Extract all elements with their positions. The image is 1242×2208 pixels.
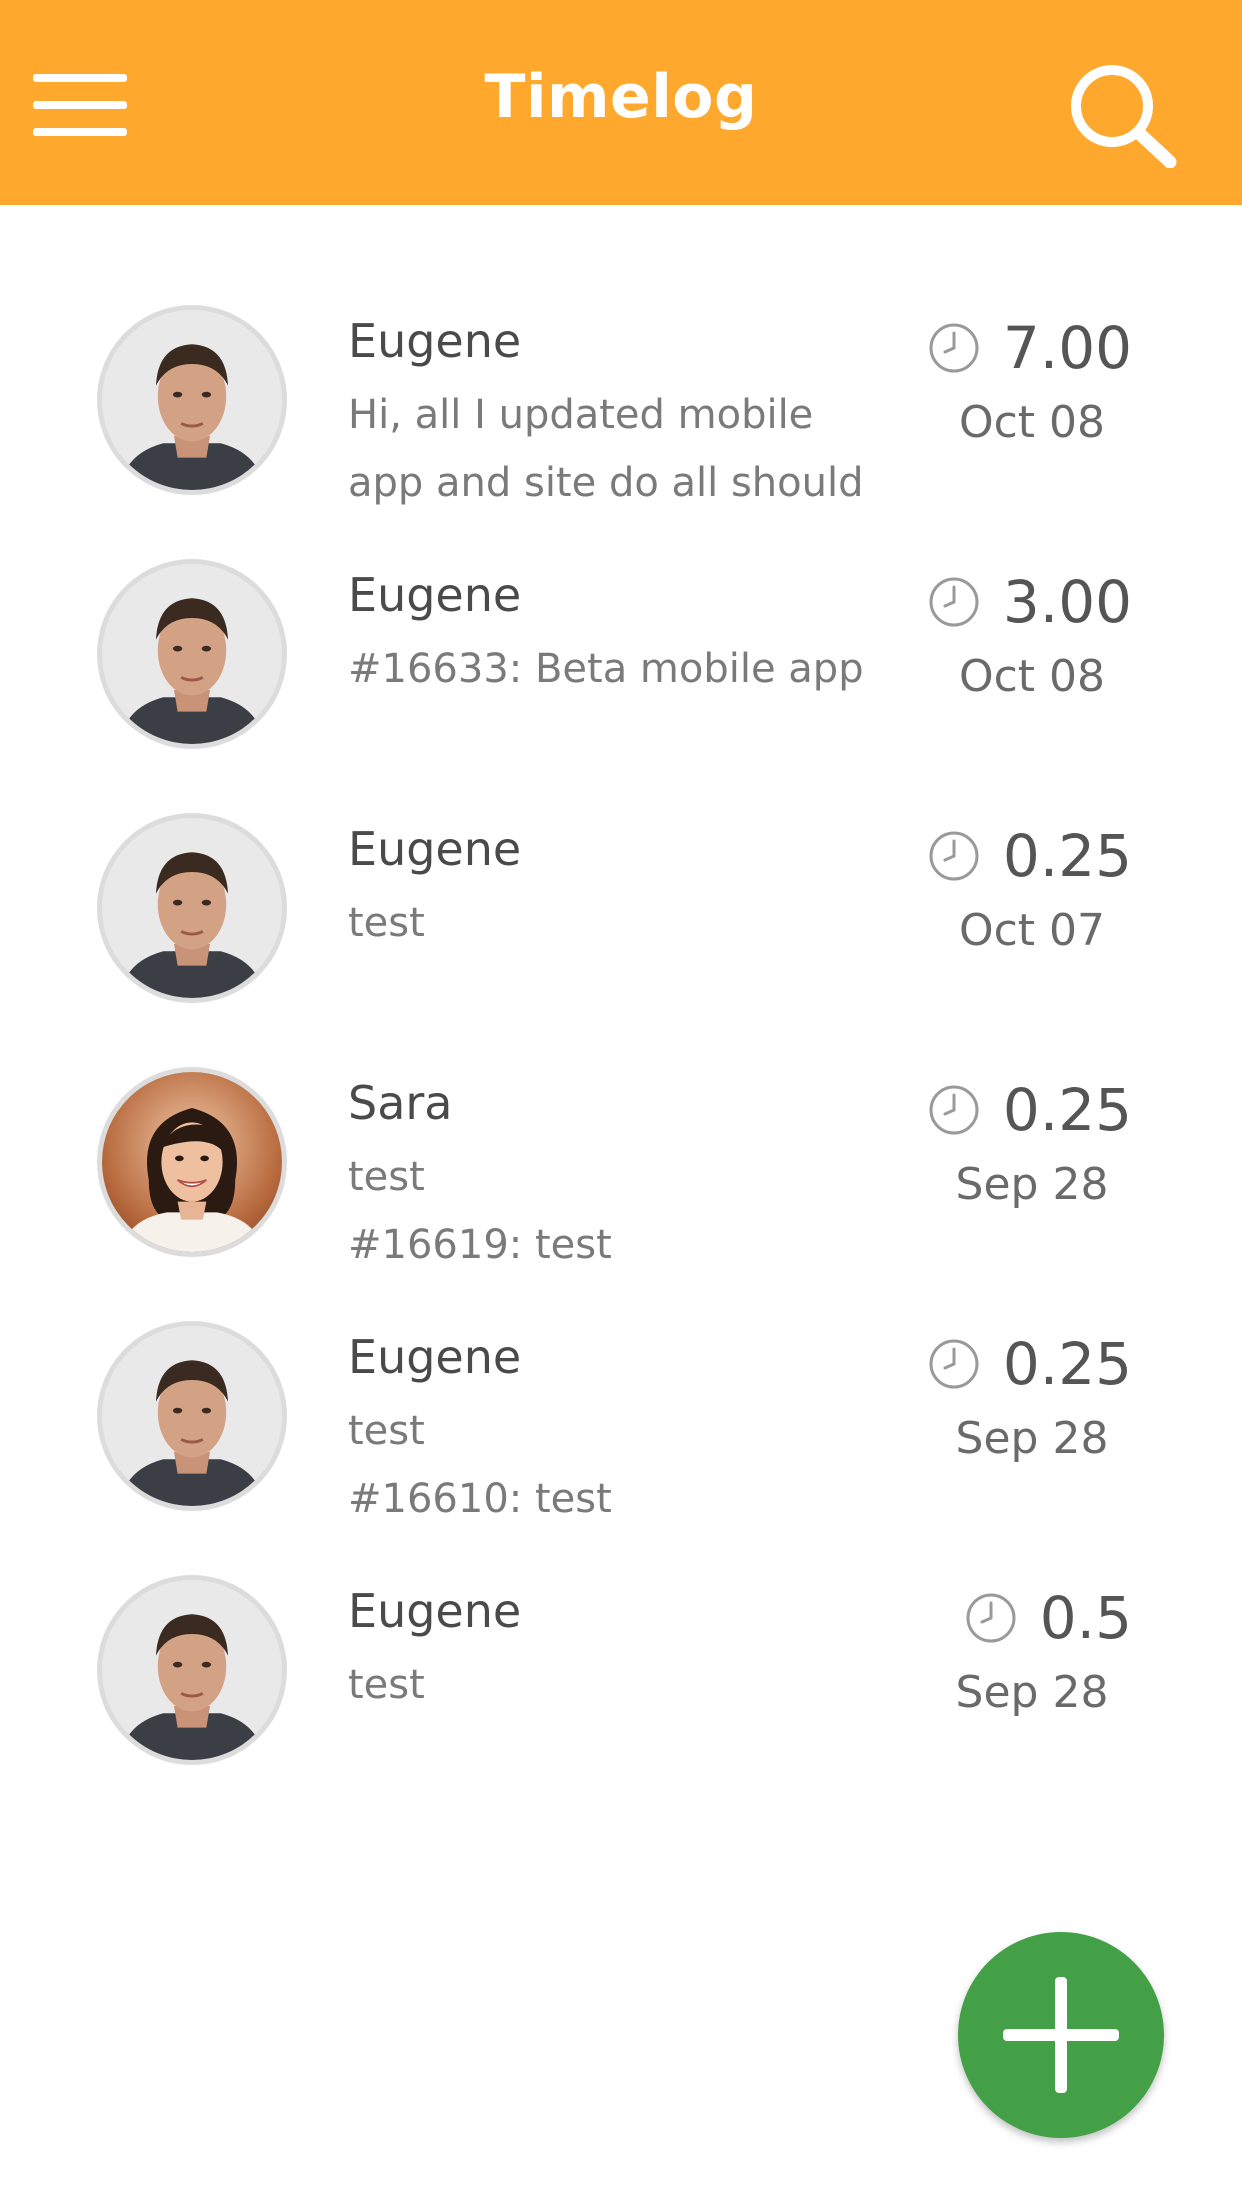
- entry-user-name: Eugene: [348, 822, 522, 876]
- entry-hours: 0.5: [1039, 1584, 1132, 1652]
- entry-date: Sep 28: [955, 1667, 1109, 1718]
- entry-description: test: [348, 889, 908, 957]
- timelog-entry[interactable]: Sara test #16619: test 0.25 Sep 28: [0, 967, 1242, 1268]
- search-button[interactable]: [1060, 58, 1180, 169]
- entry-date: Sep 28: [955, 1413, 1109, 1464]
- entry-hours-group: 0.25: [927, 1329, 1132, 1399]
- search-icon: [1071, 65, 1177, 169]
- entry-user-name: Sara: [348, 1076, 453, 1130]
- entry-hours-group: 0.25: [927, 1075, 1132, 1145]
- entry-description: #16633: Beta mobile app: [348, 635, 908, 703]
- app-bar: Timelog: [0, 0, 1242, 205]
- clock-icon: [927, 1083, 981, 1137]
- timelog-entry[interactable]: Eugene test 0.5 Sep 28: [0, 1475, 1242, 1765]
- entry-description-line: test: [348, 1408, 425, 1454]
- timelog-entry[interactable]: Eugene test 0.25 Oct 07: [0, 713, 1242, 1003]
- entry-hours: 0.25: [1002, 822, 1132, 890]
- entry-user-name: Eugene: [348, 314, 522, 368]
- entry-user-name: Eugene: [348, 568, 522, 622]
- entry-hours-group: 0.5: [964, 1583, 1132, 1653]
- entry-hours-group: 0.25: [927, 821, 1132, 891]
- clock-icon: [927, 1337, 981, 1391]
- plus-icon: [1055, 1977, 1067, 2093]
- avatar: [97, 1575, 287, 1765]
- entry-hours-group: 3.00: [927, 567, 1132, 637]
- timelog-entry[interactable]: Eugene Hi, all I updated mobile app and si…: [0, 205, 1242, 506]
- clock-icon: [964, 1591, 1018, 1645]
- entry-description-line: #16633: Beta mobile app: [348, 646, 864, 692]
- entry-date: Oct 07: [958, 905, 1106, 956]
- entry-hours: 0.25: [1002, 1330, 1132, 1398]
- entry-description-line: Hi, all I updated mobile: [348, 392, 814, 438]
- clock-icon: [927, 829, 981, 883]
- entry-user-name: Eugene: [348, 1584, 522, 1638]
- entry-date: Oct 08: [958, 651, 1106, 702]
- entry-hours: 0.25: [1002, 1076, 1132, 1144]
- entry-hours-group: 7.00: [927, 313, 1132, 383]
- entry-date: Sep 28: [955, 1159, 1109, 1210]
- clock-icon: [927, 321, 981, 375]
- entry-description: test: [348, 1651, 908, 1719]
- timelog-entry[interactable]: Eugene #16633: Beta mobile app 3.00 Oct 08: [0, 459, 1242, 749]
- clock-icon: [927, 575, 981, 629]
- entry-user-name: Eugene: [348, 1330, 522, 1384]
- entry-hours: 7.00: [1002, 314, 1132, 382]
- entry-hours: 3.00: [1002, 568, 1132, 636]
- entry-description-line: test: [348, 1662, 425, 1708]
- app-title: Timelog: [484, 62, 758, 132]
- timelog-entry[interactable]: Eugene test #16610: test 0.25 Sep 28: [0, 1221, 1242, 1522]
- entry-description-line: test: [348, 1154, 425, 1200]
- add-entry-button[interactable]: [958, 1932, 1164, 2138]
- entry-date: Oct 08: [958, 397, 1106, 448]
- entry-description-line: test: [348, 900, 425, 946]
